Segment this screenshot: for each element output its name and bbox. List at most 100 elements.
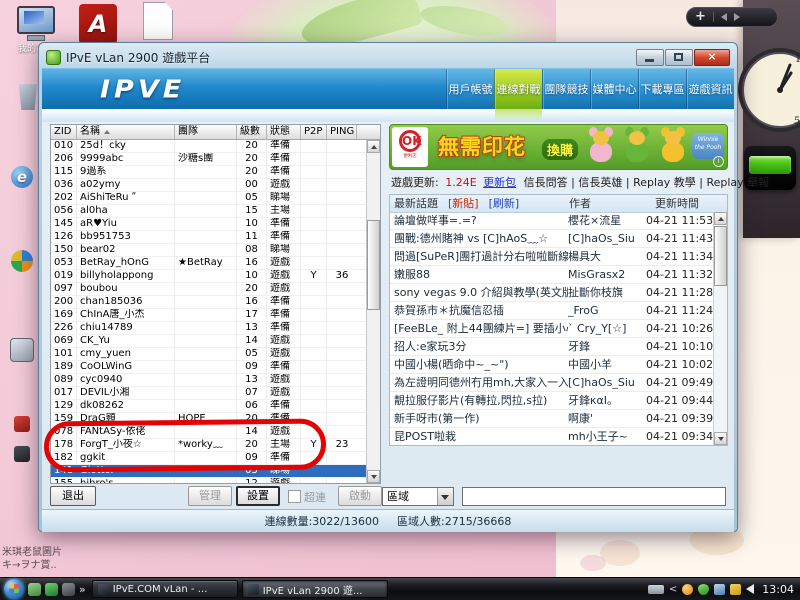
topic-row[interactable]: 論壇做咩事=.=? 櫻花×流星 04-21 11:53 bbox=[390, 212, 714, 230]
minimize-button[interactable] bbox=[636, 49, 664, 66]
chat-input[interactable] bbox=[462, 487, 726, 506]
desktop-icon-adobe-reader[interactable]: A bbox=[76, 4, 120, 44]
security-tray-icon[interactable] bbox=[730, 584, 741, 595]
tray-expand-icon[interactable]: < bbox=[669, 584, 677, 595]
nav-tab[interactable]: 媒體中心 bbox=[590, 69, 638, 109]
scroll-down-icon[interactable] bbox=[367, 470, 380, 483]
column-header-level[interactable]: 級數 bbox=[237, 125, 267, 139]
desktop-icon-document[interactable] bbox=[138, 2, 178, 40]
column-header-p2p[interactable]: P2P bbox=[301, 125, 327, 139]
topic-row[interactable]: 問過[SuPeR]團打過計分右啦啦斷線既入P.S 改左名做 楊具大 04-21 … bbox=[390, 248, 714, 266]
update-pack-link[interactable]: 更新包 bbox=[483, 176, 516, 189]
topic-row[interactable]: 新手呀市(第一作) 啊康' 04-21 09:39 bbox=[390, 410, 714, 428]
volume-icon[interactable] bbox=[746, 584, 754, 594]
column-header-zid[interactable]: ZID bbox=[51, 125, 77, 139]
region-dropdown[interactable]: 區域 bbox=[382, 487, 454, 506]
player-row[interactable]: 202 AiShiTeRu ʺ 05 睇場 bbox=[51, 192, 367, 205]
scroll-up-icon[interactable] bbox=[714, 212, 727, 225]
player-row[interactable]: 169 ChInA唐_小杰 17 準備 bbox=[51, 309, 367, 322]
taskbar-clock[interactable]: 13:04 bbox=[762, 583, 794, 596]
scrollbar-thumb[interactable] bbox=[367, 220, 380, 310]
nav-tab[interactable]: 團隊競技 bbox=[542, 69, 590, 109]
nav-tab[interactable]: 下載專區 bbox=[638, 69, 686, 109]
player-list-scrollbar[interactable] bbox=[366, 140, 380, 483]
new-post-link[interactable]: [新貼] bbox=[448, 195, 479, 212]
maximize-button[interactable] bbox=[665, 49, 693, 66]
player-row[interactable]: 069 CK_Yu 14 遊戲 bbox=[51, 335, 367, 348]
player-row[interactable]: 036 a02ymy 00 遊戲 bbox=[51, 179, 367, 192]
forum-scrollbar[interactable] bbox=[713, 212, 727, 445]
topic-row[interactable]: 中國小楊(晒命中~_~") 中國小羊 04-21 10:02 bbox=[390, 356, 714, 374]
player-row[interactable]: 126 bb951753 11 準備 bbox=[51, 231, 367, 244]
topic-row[interactable]: 團戰:德州賭神 vs [C]hAoS﹏☆ [C]haOs_Siu 04-21 1… bbox=[390, 230, 714, 248]
topic-row[interactable]: 靚拉服仔影片(有轉拉,閃拉,s拉) 牙鋒καI。 04-21 09:44 bbox=[390, 392, 714, 410]
topic-row[interactable]: sony vegas 9.0 介紹與教學(英文版)含中文化感謝roy 扯斷你枝旗… bbox=[390, 284, 714, 302]
column-header-status[interactable]: 狀態 bbox=[267, 125, 301, 139]
column-header-ping[interactable]: PING bbox=[327, 125, 357, 139]
player-row[interactable]: 178 ForgT_小夜☆ *worky﹏ 20 主場 Y 23 bbox=[51, 439, 367, 452]
quick-launch-icon-2[interactable] bbox=[45, 583, 58, 596]
scrollbar-thumb[interactable] bbox=[714, 226, 727, 286]
player-row[interactable]: 101 cmy_yuen 05 遊戲 bbox=[51, 348, 367, 361]
clock-gadget[interactable]: 1 2 3 4 5 bbox=[734, 44, 800, 136]
player-row[interactable]: 206 9999abc 沙糖s團 20 準備 bbox=[51, 153, 367, 166]
nav-tab[interactable]: 連線對戰 bbox=[494, 69, 542, 109]
ad-banner[interactable]: OK 便利店 無需印花 換購 Winnie the Pooh i bbox=[389, 124, 728, 170]
quick-launch-overflow-icon[interactable]: » bbox=[79, 583, 86, 596]
player-row[interactable]: 226 chiu14789 13 準備 bbox=[51, 322, 367, 335]
titlebar[interactable]: IPvE vLan 2900 遊戲平台 × bbox=[42, 46, 734, 68]
exit-button[interactable]: 退出 bbox=[50, 486, 96, 506]
scroll-down-icon[interactable] bbox=[714, 432, 727, 445]
start-button[interactable] bbox=[4, 579, 24, 599]
close-button[interactable]: × bbox=[694, 49, 730, 66]
player-row[interactable]: 141 Giotto. 05 睇場 bbox=[51, 465, 367, 478]
player-row[interactable]: 200 chan185036 16 準備 bbox=[51, 296, 367, 309]
column-header-team[interactable]: 團隊 bbox=[175, 125, 237, 139]
player-row[interactable]: 182 ggkit 09 準備 bbox=[51, 452, 367, 465]
topic-row[interactable]: 招人:e家玩3分 牙鋒 04-21 10:10 bbox=[390, 338, 714, 356]
update-tray-icon[interactable] bbox=[682, 584, 693, 595]
topic-row[interactable]: [FeeBLe_ 附上44團練片=] 要插小心身體(停止收生) ˋ Cry_Y[… bbox=[390, 320, 714, 338]
topic-row[interactable]: 嫩服88 MisGrasx2 04-21 11:32 bbox=[390, 266, 714, 284]
player-row[interactable]: 189 CoOLWinG 09 準備 bbox=[51, 361, 367, 374]
task-button[interactable]: IPvE.COM vLan - ... bbox=[92, 580, 238, 598]
quick-launch-icon-3[interactable] bbox=[62, 583, 75, 596]
desktop-icon-games[interactable] bbox=[4, 338, 40, 362]
network-tray-icon[interactable] bbox=[714, 584, 725, 595]
next-page-icon[interactable] bbox=[734, 13, 740, 21]
player-row[interactable]: 145 aR♥Yiu 10 準備 bbox=[51, 218, 367, 231]
quick-launch-icon-1[interactable] bbox=[28, 583, 41, 596]
nav-tab[interactable]: 用戶帳號 bbox=[446, 69, 494, 109]
antivirus-tray-icon[interactable] bbox=[698, 584, 709, 595]
topic-row[interactable]: 為左證明同德州冇用mh,大家入一入 [C]haOs_Siu 04-21 09:4… bbox=[390, 374, 714, 392]
column-header-name[interactable]: 名稱 bbox=[77, 125, 175, 139]
topic-row[interactable]: 昆POST啦栽 mh小王子~ 04-21 09:34 bbox=[390, 428, 714, 445]
player-row[interactable]: 078 FANtASy-依佬 14 遊戲 bbox=[51, 426, 367, 439]
task-button[interactable]: IPvE vLan 2900 遊... bbox=[242, 580, 388, 598]
settings-button[interactable]: 設置 bbox=[236, 486, 280, 506]
player-row[interactable]: 155 hihro's 12 遊戲 bbox=[51, 478, 367, 483]
scroll-up-icon[interactable] bbox=[367, 140, 380, 153]
player-row[interactable]: 115 9過系 20 準備 bbox=[51, 166, 367, 179]
desktop-icon-app2[interactable] bbox=[4, 446, 40, 462]
player-row[interactable]: 056 al0ha 15 主場 bbox=[51, 205, 367, 218]
player-row[interactable]: 089 cyc0940 13 遊戲 bbox=[51, 374, 367, 387]
topic-row[interactable]: 恭賀孫市＊抗魔信忍插 _FroG 04-21 11:24 bbox=[390, 302, 714, 320]
nav-tab[interactable]: 遊戲資訊 bbox=[686, 69, 734, 109]
player-row[interactable]: 017 DEVIL小湘 07 遊戲 bbox=[51, 387, 367, 400]
player-row[interactable]: 097 boubou 20 遊戲 bbox=[51, 283, 367, 296]
player-row[interactable]: 019 billyholappong 10 遊戲 Y 36 bbox=[51, 270, 367, 283]
player-row[interactable]: 010 25d！cky 20 準備 bbox=[51, 140, 367, 153]
desktop-icon-internet-explorer[interactable]: e bbox=[4, 166, 40, 188]
desktop-icon-app1[interactable] bbox=[4, 416, 40, 432]
player-row[interactable]: 150 bear02 08 睇場 bbox=[51, 244, 367, 257]
player-row[interactable]: 159 DraG顥 HOPE 20 準備 bbox=[51, 413, 367, 426]
player-row[interactable]: 053 BetRay_hOnG ★BetRay 16 遊戲 bbox=[51, 257, 367, 270]
add-gadget-button[interactable]: + bbox=[695, 9, 706, 25]
refresh-link[interactable]: [刷新] bbox=[489, 195, 520, 212]
desktop-icon-media-player[interactable] bbox=[4, 250, 40, 272]
update-links[interactable]: 信長問答 | 信長英雄 | Replay 教學 | Replay 舉報 bbox=[524, 176, 770, 189]
player-row[interactable]: 129 dk08262 06 準備 bbox=[51, 400, 367, 413]
keyboard-icon[interactable] bbox=[648, 585, 664, 594]
prev-page-icon[interactable] bbox=[721, 13, 727, 21]
